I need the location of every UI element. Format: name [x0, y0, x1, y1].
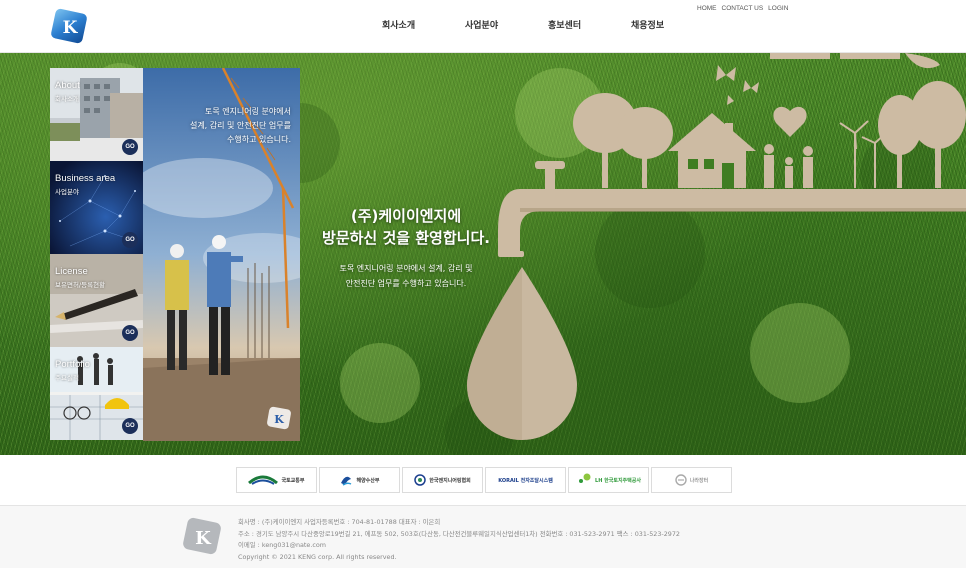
site-header: K 회사소개 사업분야 홍보센터 채용정보 HOME CONTACT US LO…	[0, 0, 966, 53]
partner-molit[interactable]: 국토교통부	[236, 467, 317, 493]
footer-email-line: 이메일 : keng031@nate.com	[238, 541, 327, 549]
partner-mof[interactable]: 해양수산부	[319, 467, 400, 493]
svg-text:K: K	[63, 18, 79, 38]
construction-site-photo: K 토목 엔지니어링 분야에서 설계, 감리 및 안전진단 업무를 수행하고 있…	[143, 68, 300, 441]
tile-license-go-button[interactable]: GO	[122, 325, 138, 341]
welcome-title-line2: 방문하신 것을 환영합니다.	[322, 229, 490, 247]
page-root: K 회사소개 사업분야 홍보센터 채용정보 HOME CONTACT US LO…	[0, 0, 966, 568]
login-link[interactable]: LOGIN	[768, 5, 788, 12]
photo-caption-line2: 설계, 감리 및 안전진단 업무를	[189, 121, 291, 130]
tile-license[interactable]: License 보유면허/등록현황 GO	[50, 254, 143, 347]
company-logo[interactable]: K	[50, 8, 90, 44]
tile-business-go-button[interactable]: GO	[122, 232, 138, 248]
contact-link[interactable]: CONTACT US	[722, 5, 764, 12]
tile-business-area[interactable]: Business area 사업분야 GO	[50, 161, 143, 254]
tile-portfolio[interactable]: Portfolio 주요실적 GO	[50, 347, 143, 440]
nav-company[interactable]: 회사소개	[382, 18, 465, 31]
photo-caption: 토목 엔지니어링 분야에서 설계, 감리 및 안전진단 업무를 수행하고 있습니…	[151, 105, 291, 147]
quick-links-panel: About 회사소개 GO Business area 사업분야 GO Lice…	[50, 68, 300, 441]
welcome-description: 토목 엔지니어링 분야에서 설계, 감리 및 안전진단 업무를 수행하고 있습니…	[300, 261, 512, 291]
lh-emblem-icon	[579, 473, 591, 483]
partner-lh[interactable]: LH 한국토지주택공사	[568, 467, 649, 493]
partner-korail[interactable]: KORAIL 전자조달시스템	[485, 467, 566, 493]
utility-links: HOME CONTACT US LOGIN	[697, 5, 788, 12]
footer-copyright: Copyright © 2021 KENG corp. All rights r…	[238, 552, 397, 561]
narajangteo-emblem-icon	[675, 474, 687, 486]
footer-address-line: 주소 : 경기도 남양주시 다산중앙로19번길 21, 에프동 502, 503…	[238, 529, 680, 538]
molit-emblem-icon	[248, 475, 279, 485]
tile-about-go-button[interactable]: GO	[122, 139, 138, 155]
partner-kenca-label: 한국엔지니어링협회	[429, 477, 471, 484]
mof-emblem-icon	[341, 476, 352, 486]
tile-about-subtitle: 회사소개	[55, 95, 79, 103]
photo-caption-line1: 토목 엔지니어링 분야에서	[204, 107, 291, 116]
tile-about[interactable]: About 회사소개 GO	[50, 68, 143, 161]
welcome-title-line1: (주)케이이엔지에	[350, 207, 462, 225]
company-info: 회사명 : (주)케이이엔지 사업자등록번호 : 704-81-01788 대표…	[238, 517, 680, 563]
photo-caption-line3: 수행하고 있습니다.	[227, 135, 291, 144]
partner-lh-label: LH 한국토지주택공사	[595, 477, 641, 484]
partner-korail-label: KORAIL 전자조달시스템	[498, 477, 553, 484]
footer-company-line: 회사명 : (주)케이이엔지 사업자등록번호 : 704-81-01788 대표…	[238, 518, 441, 526]
partner-kenca[interactable]: 한국엔지니어링협회	[402, 467, 483, 493]
partner-logos: 국토교통부 해양수산부 한국엔지니어링협회 KORAIL 전자조달시스템 LH …	[236, 467, 732, 493]
tile-portfolio-title: Portfolio	[55, 359, 90, 370]
main-nav: 회사소개 사업분야 홍보센터 채용정보	[382, 18, 714, 31]
tile-portfolio-subtitle: 주요실적	[55, 374, 79, 382]
tile-license-subtitle: 보유면허/등록현황	[55, 281, 106, 289]
nav-business[interactable]: 사업분야	[465, 18, 548, 31]
welcome-desc-line2: 안전진단 업무를 수행하고 있습니다.	[345, 279, 467, 288]
svg-text:K: K	[274, 413, 284, 426]
tile-portfolio-go-button[interactable]: GO	[122, 418, 138, 434]
welcome-message: (주)케이이엔지에 방문하신 것을 환영합니다. 토목 엔지니어링 분야에서 설…	[300, 205, 512, 291]
site-footer: K 회사명 : (주)케이이엔지 사업자등록번호 : 704-81-01788 …	[0, 505, 966, 568]
partner-narajangteo-label: 나라장터	[689, 477, 709, 484]
nav-recruit[interactable]: 채용정보	[631, 18, 714, 31]
partner-narajangteo[interactable]: 나라장터	[651, 467, 732, 493]
svg-text:K: K	[195, 528, 212, 549]
footer-logo: K	[181, 516, 224, 556]
partner-mof-label: 해양수산부	[356, 477, 380, 484]
tile-business-subtitle: 사업분야	[55, 188, 79, 196]
quick-link-tiles: About 회사소개 GO Business area 사업분야 GO Lice…	[50, 68, 143, 441]
tile-license-title: License	[55, 266, 88, 277]
kenca-emblem-icon	[414, 474, 427, 486]
tile-business-title: Business area	[55, 173, 116, 184]
home-link[interactable]: HOME	[697, 5, 717, 12]
nav-pr-center[interactable]: 홍보센터	[548, 18, 631, 31]
welcome-desc-line1: 토목 엔지니어링 분야에서 설계, 감리 및	[339, 264, 473, 273]
tile-about-title: About	[55, 80, 80, 91]
partner-molit-label: 국토교통부	[281, 477, 305, 484]
